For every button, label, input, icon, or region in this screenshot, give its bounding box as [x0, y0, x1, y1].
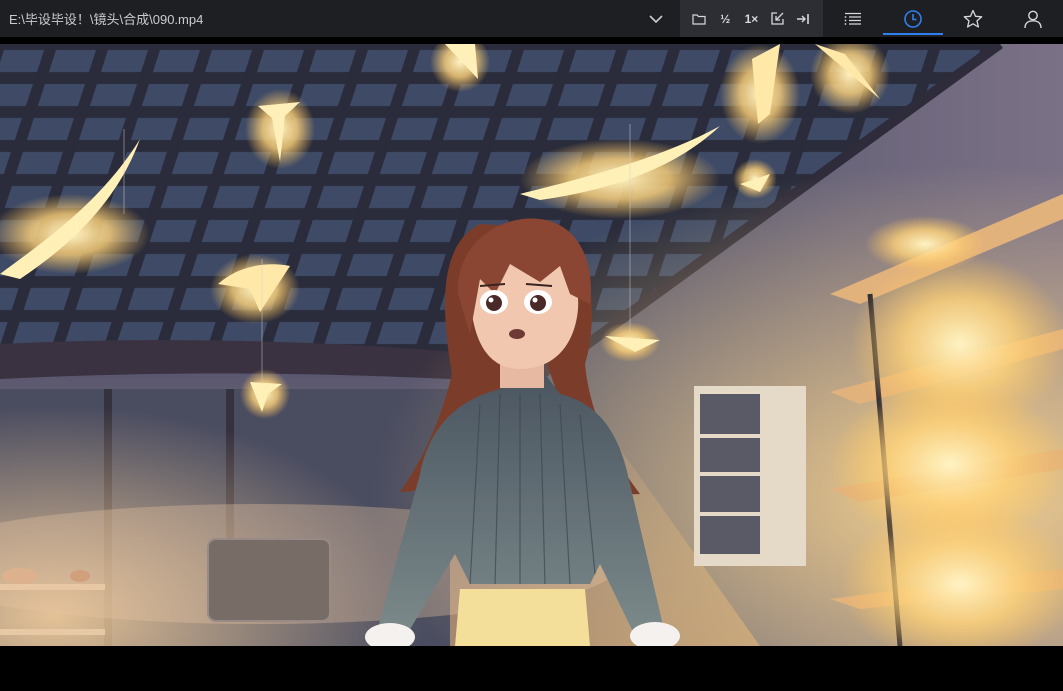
- folder-icon[interactable]: [688, 8, 710, 30]
- speed-button[interactable]: 1×: [740, 8, 762, 30]
- separator-bar: [0, 37, 1063, 44]
- user-icon[interactable]: [1003, 0, 1063, 37]
- letterbox-bottom: [0, 646, 1063, 691]
- pin-icon[interactable]: [793, 8, 815, 30]
- half-speed-button[interactable]: ½: [714, 8, 736, 30]
- chevron-down-icon[interactable]: [646, 9, 666, 29]
- playlist-icon[interactable]: [823, 0, 883, 37]
- star-icon[interactable]: [943, 0, 1003, 37]
- video-frame[interactable]: [0, 44, 1063, 646]
- file-path-bar[interactable]: E:\毕设毕设！\镜头\合成\090.mp4: [0, 0, 680, 37]
- player-toolbar: ½ 1×: [680, 0, 823, 37]
- video-scene: [0, 44, 1063, 646]
- wall-cabinet: [694, 386, 806, 566]
- side-panel-tabs: [823, 0, 1063, 37]
- file-path-text: E:\毕设毕设！\镜头\合成\090.mp4: [9, 12, 204, 27]
- clock-icon[interactable]: [883, 0, 943, 37]
- export-icon[interactable]: [767, 8, 789, 30]
- title-bar: E:\毕设毕设！\镜头\合成\090.mp4 ½ 1×: [0, 0, 1063, 37]
